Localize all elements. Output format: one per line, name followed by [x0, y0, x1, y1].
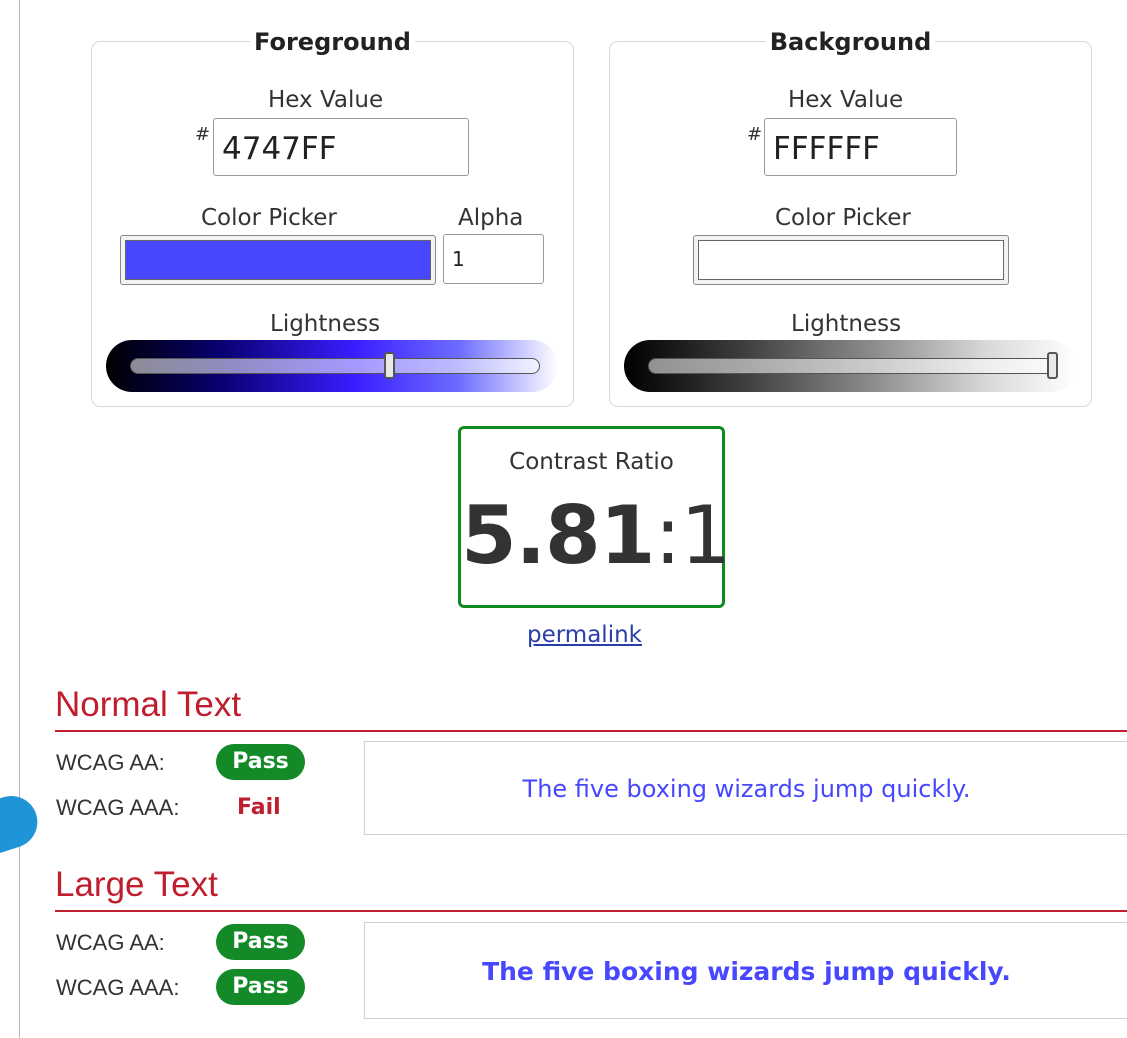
foreground-lightness-track: [130, 358, 540, 374]
foreground-alpha-input[interactable]: 1: [443, 234, 544, 284]
background-lightness-slider[interactable]: [624, 340, 1076, 392]
foreground-picker-label: Color Picker: [201, 205, 337, 231]
foreground-lightness-label: Lightness: [270, 311, 381, 337]
large-wcag-aaa-pass-badge: Pass: [216, 969, 305, 1005]
background-color-picker[interactable]: [693, 235, 1009, 285]
side-decoration: [0, 789, 45, 863]
background-color-swatch: [698, 240, 1004, 280]
normal-wcag-aaa-label: WCAG AAA:: [56, 795, 180, 820]
background-legend-text: Background: [765, 28, 936, 56]
contrast-ratio-box: Contrast Ratio 5.81:1: [458, 426, 731, 608]
background-hex-input[interactable]: FFFFFF: [764, 118, 957, 176]
large-wcag-aa-pass-badge: Pass: [216, 924, 305, 960]
large-wcag-aa-label: WCAG AA:: [56, 930, 165, 955]
foreground-color-picker[interactable]: [120, 235, 436, 285]
foreground-panel: Foreground Hex Value # 4747FF Color Pick…: [91, 28, 574, 407]
background-legend: Background: [610, 28, 1091, 56]
contrast-ratio-main: 5.81: [461, 489, 655, 582]
normal-text-sample: The five boxing wizards jump quickly.: [364, 741, 1127, 835]
foreground-lightness-thumb[interactable]: [383, 352, 395, 379]
normal-wcag-aa-pass-badge: Pass: [216, 744, 305, 780]
normal-text-rule: [55, 730, 1127, 732]
normal-wcag-aa-label: WCAG AA:: [56, 750, 165, 775]
left-divider: [19, 0, 20, 1038]
background-hex-label: Hex Value: [788, 87, 904, 113]
permalink-link[interactable]: permalink: [527, 622, 642, 648]
contrast-ratio-value: 5.81:1: [461, 489, 731, 582]
large-text-heading: Large Text: [55, 865, 218, 904]
normal-wcag-aaa-fail-label: Fail: [237, 795, 281, 820]
foreground-alpha-label: Alpha: [458, 205, 524, 231]
foreground-hex-label: Hex Value: [268, 87, 384, 113]
background-lightness-thumb[interactable]: [1047, 352, 1058, 379]
foreground-hex-input[interactable]: 4747FF: [213, 118, 469, 176]
normal-text-heading: Normal Text: [55, 685, 242, 724]
background-panel: Background Hex Value # FFFFFF Color Pick…: [609, 28, 1092, 407]
foreground-lightness-slider[interactable]: [106, 340, 558, 392]
contrast-checker-page: Foreground Hex Value # 4747FF Color Pick…: [0, 0, 1127, 1038]
large-text-sample: The five boxing wizards jump quickly.: [364, 922, 1127, 1019]
foreground-hash-symbol: #: [195, 124, 211, 145]
foreground-legend-text: Foreground: [250, 28, 415, 56]
large-wcag-aaa-label: WCAG AAA:: [56, 975, 180, 1000]
background-hash-symbol: #: [747, 124, 763, 145]
foreground-color-swatch: [125, 240, 431, 280]
large-text-rule: [55, 910, 1127, 912]
contrast-ratio-suffix: :1: [654, 489, 731, 582]
background-picker-label: Color Picker: [775, 205, 911, 231]
background-lightness-track: [648, 358, 1058, 374]
background-lightness-label: Lightness: [791, 311, 902, 337]
contrast-ratio-title: Contrast Ratio: [509, 449, 674, 475]
foreground-legend: Foreground: [92, 28, 573, 56]
